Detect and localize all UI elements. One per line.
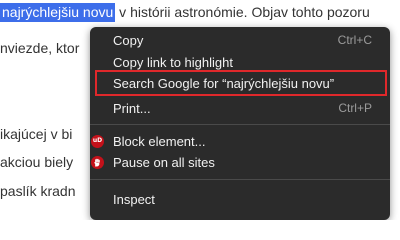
menu-item-copy-link-to-highlight[interactable]: Copy link to highlight — [90, 51, 390, 73]
menu-item-block-element[interactable]: uD Block element... — [90, 130, 390, 152]
menu-item-label: Copy — [113, 32, 144, 48]
menu-item-print[interactable]: Print... Ctrl+P — [90, 97, 390, 119]
selected-text[interactable]: najrýchlejšiu novu — [0, 3, 116, 22]
menu-item-shortcut: Ctrl+C — [337, 33, 372, 47]
menu-item-shortcut: Ctrl+P — [338, 101, 372, 115]
menu-item-copy[interactable]: Copy Ctrl+C — [90, 29, 390, 51]
menu-item-search-google[interactable]: Search Google for “najrýchlejšiu novu” — [95, 70, 387, 96]
menu-item-label: Pause on all sites — [113, 154, 215, 170]
article-line-4: akciou biely — [0, 154, 74, 170]
web-page: najrýchlejšiu novu v histórii astronómie… — [0, 0, 400, 220]
context-menu: Copy Ctrl+C Copy link to highlight Searc… — [90, 27, 390, 220]
menu-item-label: Print... — [113, 100, 151, 116]
menu-item-inspect[interactable]: Inspect — [90, 188, 390, 210]
menu-separator — [90, 179, 390, 180]
hand-stop-icon — [91, 155, 104, 169]
menu-item-label: Copy link to highlight — [113, 54, 233, 70]
article-line-5: paslík kradn — [0, 183, 76, 199]
article-line-3: ikajúcej v bi — [0, 126, 73, 142]
article-text-rest: v histórii astronómie. Objav tohto pozor… — [115, 4, 370, 20]
menu-item-pause-on-all-sites[interactable]: Pause on all sites — [90, 151, 390, 173]
menu-item-label: Block element... — [113, 133, 206, 149]
article-line-1: najrýchlejšiu novu v histórii astronómie… — [0, 3, 370, 22]
menu-separator — [90, 124, 390, 125]
ublock-origin-icon: uD — [91, 134, 104, 148]
article-line-2: nviezde, ktor — [0, 40, 80, 56]
menu-item-label: Inspect — [113, 191, 155, 207]
menu-item-label: Search Google for “najrýchlejšiu novu” — [113, 75, 335, 91]
